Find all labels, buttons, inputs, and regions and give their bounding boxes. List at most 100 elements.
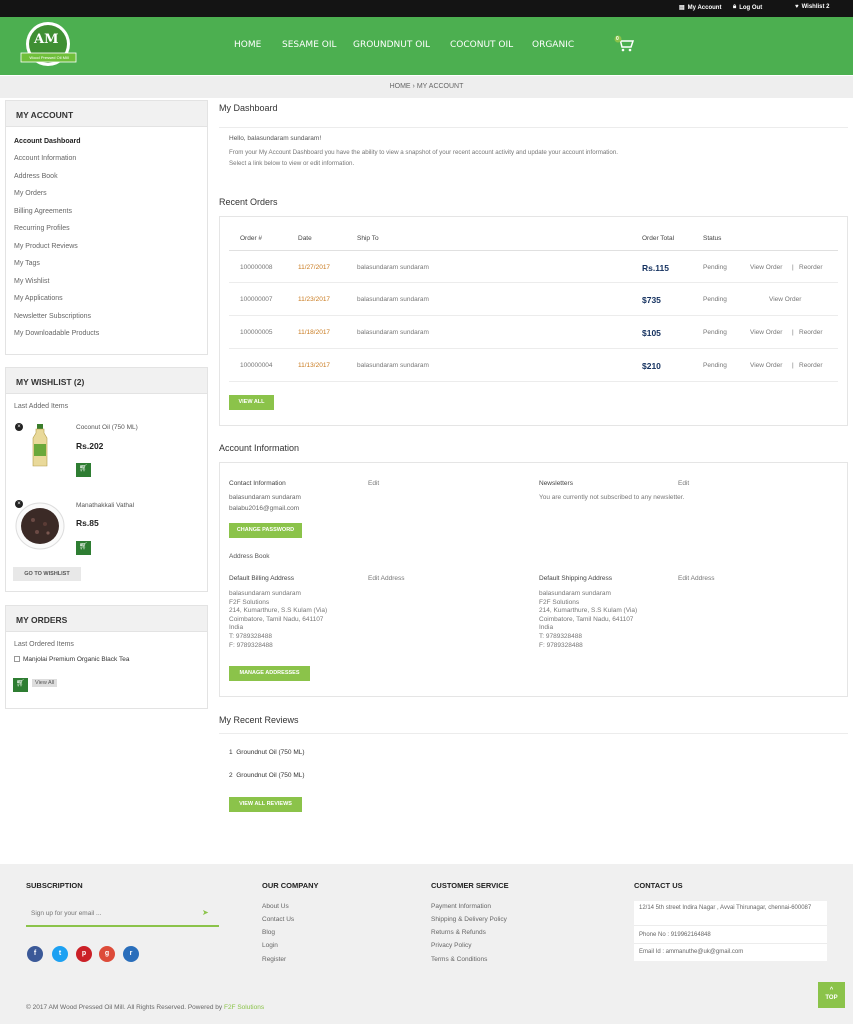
view-all-orders-button[interactable]: View All [32, 679, 58, 687]
send-icon[interactable]: ➤ [202, 908, 209, 917]
footer-link-privacy[interactable]: Privacy Policy [431, 942, 471, 949]
contact-card: 12/14 5th street Indira Nagar , Avvai Th… [634, 901, 827, 961]
footer-link-contact[interactable]: Contact Us [262, 916, 294, 923]
breadcrumb-home[interactable]: HOME [390, 83, 411, 90]
dashboard-intro: From your My Account Dashboard you have … [229, 149, 618, 156]
col-order: Order # [240, 235, 263, 242]
col-ship-to: Ship To [357, 235, 379, 242]
account-nav-title: MY ACCOUNT [6, 101, 207, 127]
sidebar-item-wishlist[interactable]: My Wishlist [14, 278, 49, 285]
subscribe-field[interactable]: ➤ [26, 903, 219, 927]
my-account-link[interactable]: ▤ My Account [679, 4, 721, 12]
footer-link-shipping[interactable]: Shipping & Delivery Policy [431, 916, 507, 923]
sidebar-item-account-info[interactable]: Account Information [14, 155, 76, 162]
cart-icon: 🛒︎ [79, 543, 88, 550]
reorder-link[interactable]: Reorder [799, 362, 822, 369]
greeting: Hello, balasundaram sundaram! [229, 135, 322, 142]
sidebar-item-recurring[interactable]: Recurring Profiles [14, 225, 70, 232]
edit-contact-link[interactable]: Edit [368, 480, 379, 487]
wishlist-item-price: Rs.202 [76, 441, 104, 451]
reorder-link[interactable]: Reorder [799, 264, 822, 271]
review-item[interactable]: 1 Groundnut Oil (750 ML) [229, 749, 305, 756]
nav-groundnut-oil[interactable]: GROUNDNUT OIL [353, 40, 430, 50]
review-item[interactable]: 2 Groundnut Oil (750 ML) [229, 772, 305, 779]
footer-link-login[interactable]: Login [262, 942, 278, 949]
facebook-icon[interactable]: f [27, 946, 43, 962]
twitter-icon[interactable]: t [52, 946, 68, 962]
reviews-title: My Recent Reviews [219, 715, 299, 725]
reorder-link[interactable]: Reorder [799, 329, 822, 336]
col-total: Order Total [642, 235, 675, 242]
rss-icon[interactable]: r [123, 946, 139, 962]
pinterest-icon[interactable]: p [76, 946, 92, 962]
nav-coconut-oil[interactable]: COCONUT OIL [450, 40, 513, 50]
footer-link-returns[interactable]: Returns & Refunds [431, 929, 486, 936]
sidebar-item-tags[interactable]: My Tags [14, 260, 40, 267]
sidebar-item-newsletter[interactable]: Newsletter Subscriptions [14, 313, 91, 320]
add-to-cart-button[interactable]: 🛒︎ [76, 463, 91, 477]
add-to-cart-button[interactable]: 🛒︎ [13, 678, 28, 692]
logo[interactable]: AM Wood Pressed Oil Mill [17, 22, 80, 70]
email-subscribe-input[interactable] [26, 903, 196, 923]
contact-address: 12/14 5th street Indira Nagar , Avvai Th… [639, 905, 812, 911]
wishlist-item-price: Rs.85 [76, 518, 99, 528]
subscription-title: SUBSCRIPTION [26, 881, 83, 890]
logout-link[interactable]: 🔒︎ Log Out [733, 4, 762, 11]
change-password-button[interactable]: CHANGE PASSWORD [229, 523, 302, 538]
wishlist-subtitle: Last Added Items [14, 403, 69, 410]
view-order-link[interactable]: View Order [750, 329, 782, 336]
nav-organic[interactable]: ORGANIC [532, 40, 574, 50]
view-all-reviews-button[interactable]: VIEW ALL REVIEWS [229, 797, 302, 812]
footer-link-blog[interactable]: Blog [262, 929, 275, 936]
footer-link-about[interactable]: About Us [262, 903, 289, 910]
sidebar-item-billing[interactable]: Billing Agreements [14, 208, 72, 215]
footer-link-payment[interactable]: Payment Information [431, 903, 491, 910]
cart-icon: 🛒︎ [16, 680, 25, 687]
divider [229, 381, 838, 382]
sidebar-item-address-book[interactable]: Address Book [14, 173, 58, 180]
edit-billing-link[interactable]: Edit Address [368, 575, 405, 582]
col-date: Date [298, 235, 312, 242]
view-order-link[interactable]: View Order [750, 362, 782, 369]
remove-item-icon[interactable]: × [15, 423, 23, 431]
sidebar-item-dashboard[interactable]: Account Dashboard [14, 138, 81, 145]
shipping-address: balasundaram sundaram F2F Solutions 214,… [539, 590, 638, 649]
view-order-link[interactable]: View Order [750, 264, 782, 271]
view-all-orders-button[interactable]: VIEW ALL [229, 395, 274, 410]
add-to-cart-button[interactable]: 🛒︎ [76, 541, 91, 555]
view-order-link[interactable]: View Order [769, 296, 801, 303]
sidebar-item-downloadable[interactable]: My Downloadable Products [14, 330, 99, 337]
footer-link-register[interactable]: Register [262, 956, 286, 963]
contact-phone: Phone No : 919962164848 [639, 932, 711, 938]
account-info-panel [219, 462, 848, 697]
item-checkbox[interactable] [14, 656, 20, 662]
wishlist-box: MY WISHLIST (2) Last Added Items × Cocon… [5, 367, 208, 592]
manage-addresses-button[interactable]: MANAGE ADDRESSES [229, 666, 310, 681]
powered-by-link[interactable]: F2F Solutions [224, 1004, 264, 1011]
wishlist-item-name[interactable]: Coconut Oil (750 ML) [76, 424, 138, 431]
go-to-wishlist-button[interactable]: GO TO WISHLIST [13, 567, 81, 581]
wishlist-link[interactable]: ♥ Wishlist 2 [795, 4, 830, 10]
divider [219, 733, 848, 734]
nav-home[interactable]: HOME [234, 40, 261, 50]
divider [229, 315, 838, 316]
wishlist-item-name[interactable]: Manathakkali Vathal [76, 502, 134, 509]
google-plus-icon[interactable]: g [99, 946, 115, 962]
edit-shipping-link[interactable]: Edit Address [678, 575, 715, 582]
sidebar-item-orders[interactable]: My Orders [14, 190, 47, 197]
footer-link-terms[interactable]: Terms & Conditions [431, 956, 487, 963]
company-title: OUR COMPANY [262, 881, 319, 890]
copyright: © 2017 AM Wood Pressed Oil Mill. All Rig… [26, 1004, 265, 1011]
sidebar-item-applications[interactable]: My Applications [14, 295, 63, 302]
divider [229, 250, 838, 251]
sidebar-item-reviews[interactable]: My Product Reviews [14, 243, 78, 250]
col-status: Status [703, 235, 722, 242]
divider [229, 282, 838, 283]
edit-newsletter-link[interactable]: Edit [678, 480, 689, 487]
ordered-item-name[interactable]: Manjolai Premium Organic Black Tea [23, 656, 129, 663]
nav-sesame-oil[interactable]: SESAME OIL [282, 40, 337, 50]
account-nav-box: MY ACCOUNT Account Dashboard Account Inf… [5, 100, 208, 355]
cart-button[interactable]: 0 [614, 35, 636, 53]
recent-orders-title: Recent Orders [219, 197, 278, 207]
back-to-top-button[interactable]: ^ TOP [818, 982, 845, 1008]
